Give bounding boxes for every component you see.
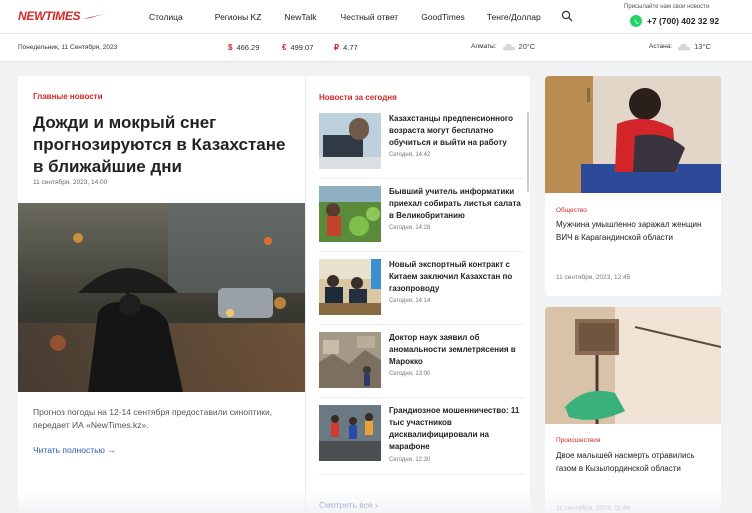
news-title: Казахстанцы предпенсионного возраста мог… xyxy=(389,114,513,147)
contact-phone[interactable]: +7 (700) 402 32 92 xyxy=(630,15,719,27)
list-item[interactable]: Новый экспортный контракт с Китаем заклю… xyxy=(319,259,524,321)
news-thumbnail xyxy=(319,332,381,388)
nav-item-capital[interactable]: Столица xyxy=(149,12,183,22)
weather-astana: Астана: 13°C xyxy=(649,42,711,51)
search-icon[interactable] xyxy=(561,10,573,22)
side-news-image xyxy=(545,307,721,424)
logo-text: NEWTIMES xyxy=(18,9,81,23)
divider xyxy=(319,397,524,398)
main-news-summary: Прогноз погоды на 12-14 сентября предост… xyxy=(33,407,273,430)
news-thumbnail xyxy=(319,113,381,169)
currency-symbol: € xyxy=(282,43,287,52)
today-news-label: Новости за сегодня xyxy=(319,93,397,102)
weather-city: Астана: xyxy=(649,43,673,50)
top-bar: NEWTIMES Столица Регионы KZ NewTalk Чест… xyxy=(0,0,752,34)
read-more-link[interactable]: Читать полностью → xyxy=(33,445,116,455)
news-thumbnail xyxy=(319,259,381,315)
nav-item-honest-answer[interactable]: Честный ответ xyxy=(341,12,399,22)
list-item[interactable]: Бывший учитель информатики приехал собир… xyxy=(319,186,524,248)
rate-usd: $466.29 xyxy=(228,43,259,52)
list-item[interactable]: Казахстанцы предпенсионного возраста мог… xyxy=(319,113,524,175)
see-all-link[interactable]: Смотреть все › xyxy=(319,500,378,510)
news-list-scrollbar[interactable] xyxy=(527,112,529,192)
side-news-card-incidents[interactable]: Происшествия Двое малышей насмерть отрав… xyxy=(545,307,721,513)
weather-temp: 20°C xyxy=(518,42,536,51)
weather-temp: 13°C xyxy=(694,42,711,51)
send-news-label: Присылайте нам свои новости xyxy=(624,4,710,10)
side-news-image xyxy=(545,76,721,193)
side-news-time: 11 сентября, 2023, 11:48 xyxy=(556,505,630,512)
logo-swoosh-icon xyxy=(82,13,105,19)
side-news-title: Мужчина умышленно заражал женщин ВИЧ в К… xyxy=(556,220,702,242)
main-headline[interactable]: Дожди и мокрый снег прогнозируются в Каз… xyxy=(33,112,298,178)
news-title: Грандиозное мошенничество: 11 тыс участн… xyxy=(389,406,520,451)
rate-value: 466.29 xyxy=(236,43,260,52)
nav-item-tenge-dollar[interactable]: Тенге/Доллар xyxy=(487,12,541,22)
news-thumbnail xyxy=(319,186,381,242)
rate-value: 499.07 xyxy=(290,43,314,52)
main-nav: Столица Регионы KZ NewTalk Честный ответ… xyxy=(140,0,541,34)
side-news-category: Происшествия xyxy=(556,437,601,444)
cloud-icon xyxy=(677,43,691,51)
nav-item-newtalk[interactable]: NewTalk xyxy=(284,12,316,22)
news-title: Бывший учитель информатики приехал собир… xyxy=(389,187,521,220)
site-logo[interactable]: NEWTIMES xyxy=(18,9,105,23)
news-time: Сегодня, 14:42 xyxy=(389,152,431,158)
nav-item-regions[interactable]: Регионы KZ xyxy=(215,12,262,22)
news-time: Сегодня, 12:30 xyxy=(389,457,431,463)
whatsapp-icon xyxy=(630,15,642,27)
news-time: Сегодня, 14:14 xyxy=(389,298,431,304)
nav-item-goodtimes[interactable]: GoodTimes xyxy=(421,12,465,22)
side-news-category: Общество xyxy=(556,207,587,214)
news-time: Сегодня, 13:00 xyxy=(389,371,431,377)
weather-almaty: Алматы: 20°C xyxy=(471,42,535,51)
news-title: Доктор наук заявил об аномальности земле… xyxy=(389,333,516,366)
side-news-title: Двое малышей насмерть отравились газом в… xyxy=(556,451,695,473)
rate-value: 4.77 xyxy=(343,43,358,52)
phone-number: +7 (700) 402 32 92 xyxy=(647,16,720,26)
side-news-time: 11 сентября, 2023, 12:45 xyxy=(556,274,631,281)
side-news-card-society[interactable]: Общество Мужчина умышленно заражал женщи… xyxy=(545,76,721,296)
list-item[interactable]: Грандиозное мошенничество: 11 тыс участн… xyxy=(319,405,524,467)
main-news-label: Главные новости xyxy=(33,92,103,101)
rate-eur: €499.07 xyxy=(282,43,313,52)
news-thumbnail xyxy=(319,405,381,461)
divider xyxy=(319,178,524,179)
cloud-icon xyxy=(502,43,515,51)
column-divider xyxy=(305,76,306,513)
info-bar: Понедельник, 11 Сентября, 2023 $466.29 €… xyxy=(0,34,752,62)
rate-rub: ₽4.77 xyxy=(334,43,358,52)
divider xyxy=(319,324,524,325)
news-title: Новый экспортный контракт с Китаем заклю… xyxy=(389,260,513,293)
main-news-image[interactable] xyxy=(18,203,305,392)
news-time: Сегодня, 14:28 xyxy=(389,225,431,231)
main-news-card: Главные новости Дожди и мокрый снег прог… xyxy=(18,76,530,513)
divider xyxy=(319,251,524,252)
weather-city: Алматы: xyxy=(471,43,497,50)
list-item[interactable]: Доктор наук заявил об аномальности земле… xyxy=(319,332,524,394)
main-headline-date: 11 сентября, 2023, 14:00 xyxy=(33,179,108,186)
current-date: Понедельник, 11 Сентября, 2023 xyxy=(18,44,118,51)
divider xyxy=(319,474,524,475)
currency-symbol: $ xyxy=(228,43,233,52)
currency-symbol: ₽ xyxy=(334,43,340,52)
